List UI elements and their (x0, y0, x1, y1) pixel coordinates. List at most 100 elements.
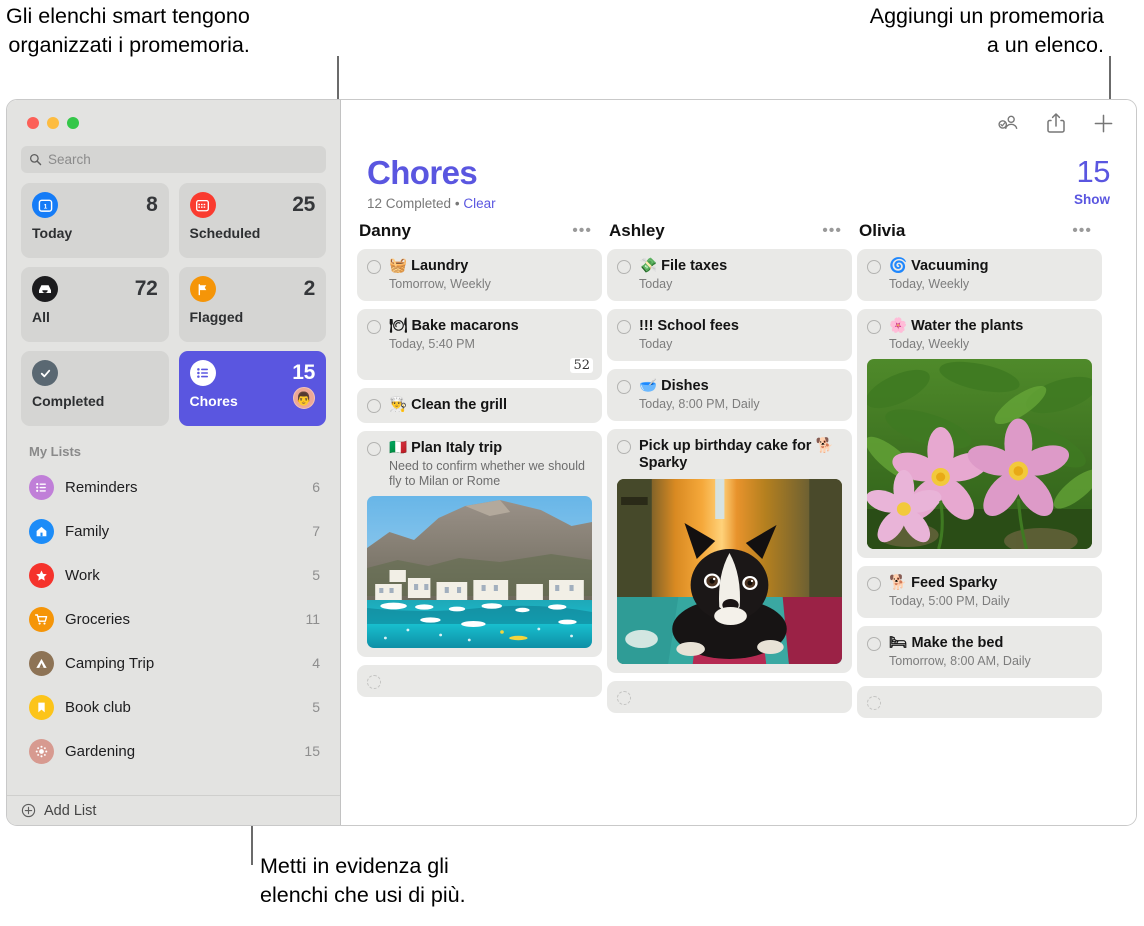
smart-list-count: 15 (292, 361, 315, 384)
smart-list-label: Completed (32, 393, 105, 409)
list-item-label: Reminders (65, 478, 138, 496)
collaborate-icon[interactable] (997, 113, 1019, 133)
list-item-book-club[interactable]: Book club 5 (7, 685, 340, 729)
reminder-title: Feed Sparky (911, 575, 998, 591)
column-header: Ashley ••• (607, 221, 852, 249)
column-header: Danny ••• (357, 221, 602, 249)
complete-circle-icon[interactable] (617, 691, 631, 705)
completed-count-label: 12 Completed (367, 196, 452, 211)
smart-list-all[interactable]: 72 All (21, 267, 169, 342)
smart-list-completed[interactable]: Completed (21, 351, 169, 426)
zoom-button[interactable] (67, 117, 79, 129)
reminder-card[interactable]: 🇮🇹 Plan Italy trip Need to confirm wheth… (357, 431, 602, 657)
list-item-count: 4 (312, 655, 320, 671)
complete-circle-icon[interactable] (617, 320, 631, 334)
column-more-icon[interactable]: ••• (1072, 223, 1092, 239)
reminder-card[interactable]: 🥣 Dishes Today, 8:00 PM, Daily (607, 369, 852, 421)
my-lists: Reminders 6 Family 7 Work 5 Groceries 11… (7, 465, 340, 795)
list-item-count: 5 (312, 567, 320, 583)
reminder-subtitle: Today (639, 277, 673, 291)
reminder-emoji: 🛏 (889, 635, 908, 651)
smart-list-scheduled[interactable]: 25 Scheduled (178, 183, 326, 258)
search-input[interactable]: Search (21, 146, 326, 173)
list-item-gardening[interactable]: Gardening 15 (7, 729, 340, 773)
inbox-tray-icon (32, 276, 58, 302)
reminder-card[interactable]: Pick up birthday cake for 🐕 Sparky (607, 429, 852, 673)
column-olivia: Olivia ••• 🌀 Vacuuming Today, Weekly 🌸 W… (857, 221, 1102, 726)
new-reminder-placeholder[interactable] (857, 686, 1102, 718)
separator-dot: • (454, 196, 460, 211)
screenshot-root: Gli elenchi smart tengono organizzati i … (0, 0, 1144, 926)
reminder-emoji: 🌀 (889, 258, 908, 274)
complete-circle-icon[interactable] (867, 696, 881, 710)
checkmark-circle-icon (32, 360, 58, 386)
complete-circle-icon[interactable] (617, 380, 631, 394)
complete-circle-icon[interactable] (867, 637, 881, 651)
reminder-card[interactable]: 🌀 Vacuuming Today, Weekly (857, 249, 1102, 301)
reminder-subtitle: Tomorrow, 8:00 AM, Daily (889, 654, 1031, 668)
reminder-note: Need to confirm whether we should fly to… (389, 459, 585, 488)
smart-list-label: Chores (189, 393, 238, 409)
sun-flower-icon (29, 738, 54, 764)
column-header: Olivia ••• (857, 221, 1102, 249)
smart-list-chores[interactable]: 15 Chores 👨 (178, 351, 326, 426)
reminder-card[interactable]: 🐕 Feed Sparky Today, 5:00 PM, Daily (857, 566, 1102, 618)
complete-circle-icon[interactable] (867, 320, 881, 334)
reminder-emoji: 🌸 (889, 318, 908, 334)
list-item-reminders[interactable]: Reminders 6 (7, 465, 340, 509)
clear-button[interactable]: Clear (463, 196, 495, 211)
complete-circle-icon[interactable] (867, 260, 881, 274)
complete-circle-icon[interactable] (617, 440, 631, 454)
tent-icon (29, 650, 54, 676)
list-item-groceries[interactable]: Groceries 11 (7, 597, 340, 641)
list-item-label: Gardening (65, 742, 136, 760)
reminder-title: Vacuuming (911, 258, 989, 274)
new-reminder-placeholder[interactable] (607, 681, 852, 713)
minimize-button[interactable] (47, 117, 59, 129)
reminder-subtitle: Today, 8:00 PM, Daily (639, 397, 760, 411)
reminder-card[interactable]: 💸 File taxes Today (607, 249, 852, 301)
complete-circle-icon[interactable] (367, 675, 381, 689)
pink-cosmos-flowers-photo (867, 359, 1092, 549)
sidebar: Search 1 8 Today 25 Scheduled 72 All 2 F… (7, 100, 341, 825)
complete-circle-icon[interactable] (617, 260, 631, 274)
reminder-card[interactable]: 🧺 Laundry Tomorrow, Weekly (357, 249, 602, 301)
reminder-subtitle: Today, 5:40 PM (389, 337, 475, 351)
reminder-subtitle: Today, Weekly (889, 277, 970, 291)
columns-container: Danny ••• 🧺 Laundry Tomorrow, Weekly 🍽 B… (341, 211, 1136, 726)
reminder-emoji: 🍽 (389, 318, 408, 334)
reminder-total-count: 15 (1076, 154, 1111, 189)
smart-list-flagged[interactable]: 2 Flagged (178, 267, 326, 342)
smart-list-label: Flagged (189, 309, 244, 325)
reminder-title: Clean the grill (411, 397, 507, 413)
column-more-icon[interactable]: ••• (822, 223, 842, 239)
list-item-work[interactable]: Work 5 (7, 553, 340, 597)
reminder-card[interactable]: !!! School fees Today (607, 309, 852, 361)
smart-list-today[interactable]: 1 8 Today (21, 183, 169, 258)
close-button[interactable] (27, 117, 39, 129)
reminder-card[interactable]: 🛏 Make the bed Tomorrow, 8:00 AM, Daily (857, 626, 1102, 678)
complete-circle-icon[interactable] (867, 577, 881, 591)
new-reminder-placeholder[interactable] (357, 665, 602, 697)
column-danny: Danny ••• 🧺 Laundry Tomorrow, Weekly 🍽 B… (357, 221, 602, 726)
reminder-card[interactable]: 🌸 Water the plants Today, Weekly (857, 309, 1102, 558)
reminder-card[interactable]: 🍽 Bake macarons Today, 5:40 PM 52 (357, 309, 602, 380)
column-more-icon[interactable]: ••• (572, 223, 592, 239)
add-list-button[interactable]: Add List (7, 795, 340, 825)
share-icon[interactable] (1047, 112, 1065, 134)
complete-circle-icon[interactable] (367, 260, 381, 274)
complete-circle-icon[interactable] (367, 442, 381, 456)
complete-circle-icon[interactable] (367, 399, 381, 413)
smart-list-count: 72 (134, 277, 158, 300)
list-item-count: 15 (304, 743, 320, 759)
complete-circle-icon[interactable] (367, 320, 381, 334)
boston-terrier-dog-photo (617, 479, 842, 664)
list-item-camping-trip[interactable]: Camping Trip 4 (7, 641, 340, 685)
window-controls (7, 100, 340, 146)
list-item-family[interactable]: Family 7 (7, 509, 340, 553)
page-title: Chores (367, 154, 478, 191)
reminder-title: Laundry (411, 258, 469, 274)
reminder-card[interactable]: 👨‍🍳 Clean the grill (357, 388, 602, 423)
show-button[interactable]: Show (1074, 192, 1110, 207)
add-reminder-icon[interactable] (1093, 113, 1114, 134)
